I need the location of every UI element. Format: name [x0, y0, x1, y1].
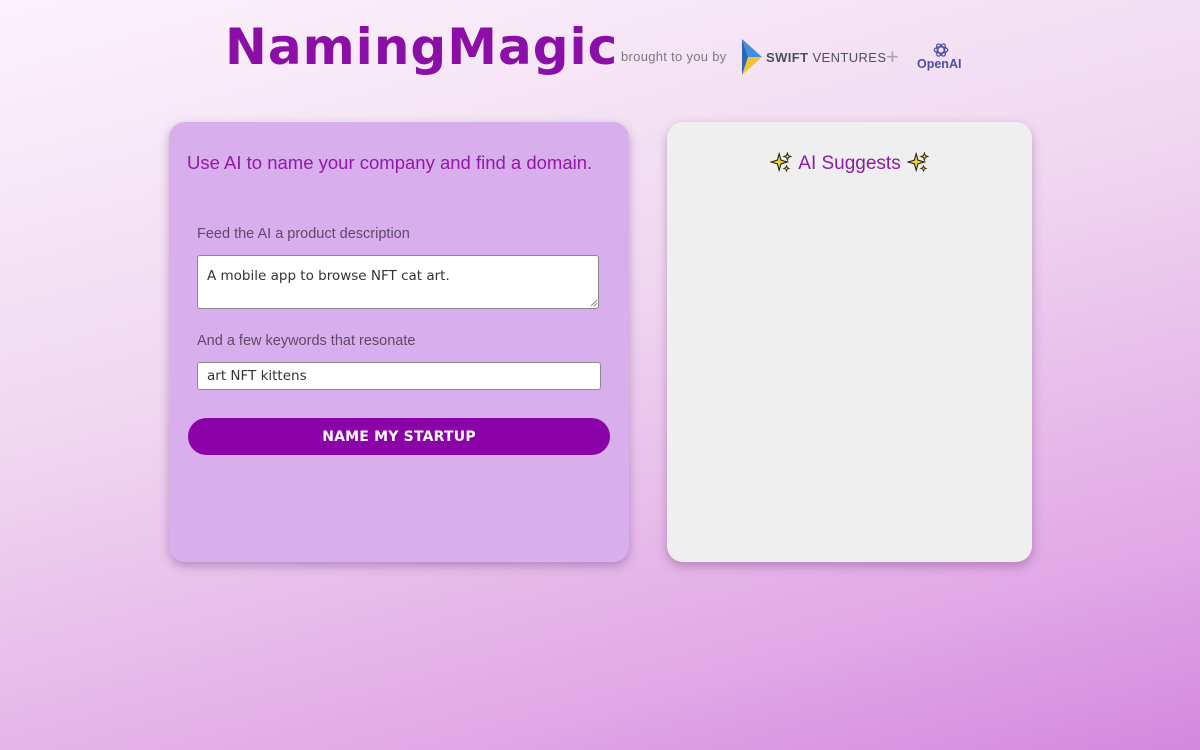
swift-ventures-logo-text[interactable]: SWIFT VENTURES	[766, 50, 886, 65]
name-my-startup-button[interactable]: NAME MY STARTUP	[188, 418, 610, 455]
openai-logo-text[interactable]: OpenAI	[917, 57, 961, 71]
swift-ventures-logo-icon[interactable]	[740, 39, 764, 77]
keywords-label: And a few keywords that resonate	[197, 333, 416, 349]
partner1-bold: SWIFT	[766, 50, 809, 65]
description-textarea[interactable]: A mobile app to browse NFT cat art.	[197, 255, 599, 309]
suggestions-title: AI Suggests	[798, 153, 901, 174]
brand-title[interactable]: NamingMagic	[225, 18, 618, 76]
sparkles-icon	[906, 151, 929, 173]
byline-text: brought to you by	[621, 49, 727, 64]
suggestions-header: AI Suggests	[667, 151, 1032, 175]
header: NamingMagic brought to you by SWIFT VENT…	[0, 0, 1200, 110]
partner1-rest: VENTURES	[808, 50, 887, 65]
keywords-input[interactable]	[197, 362, 601, 390]
form-tagline: Use AI to name your company and find a d…	[187, 152, 593, 173]
naming-form-card: Use AI to name your company and find a d…	[169, 122, 629, 562]
resize-grip-icon[interactable]	[590, 299, 598, 307]
plus-sign: +	[886, 44, 899, 69]
description-label: Feed the AI a product description	[197, 226, 410, 242]
sparkles-icon	[770, 151, 793, 173]
suggestions-card: AI Suggests	[667, 122, 1032, 562]
